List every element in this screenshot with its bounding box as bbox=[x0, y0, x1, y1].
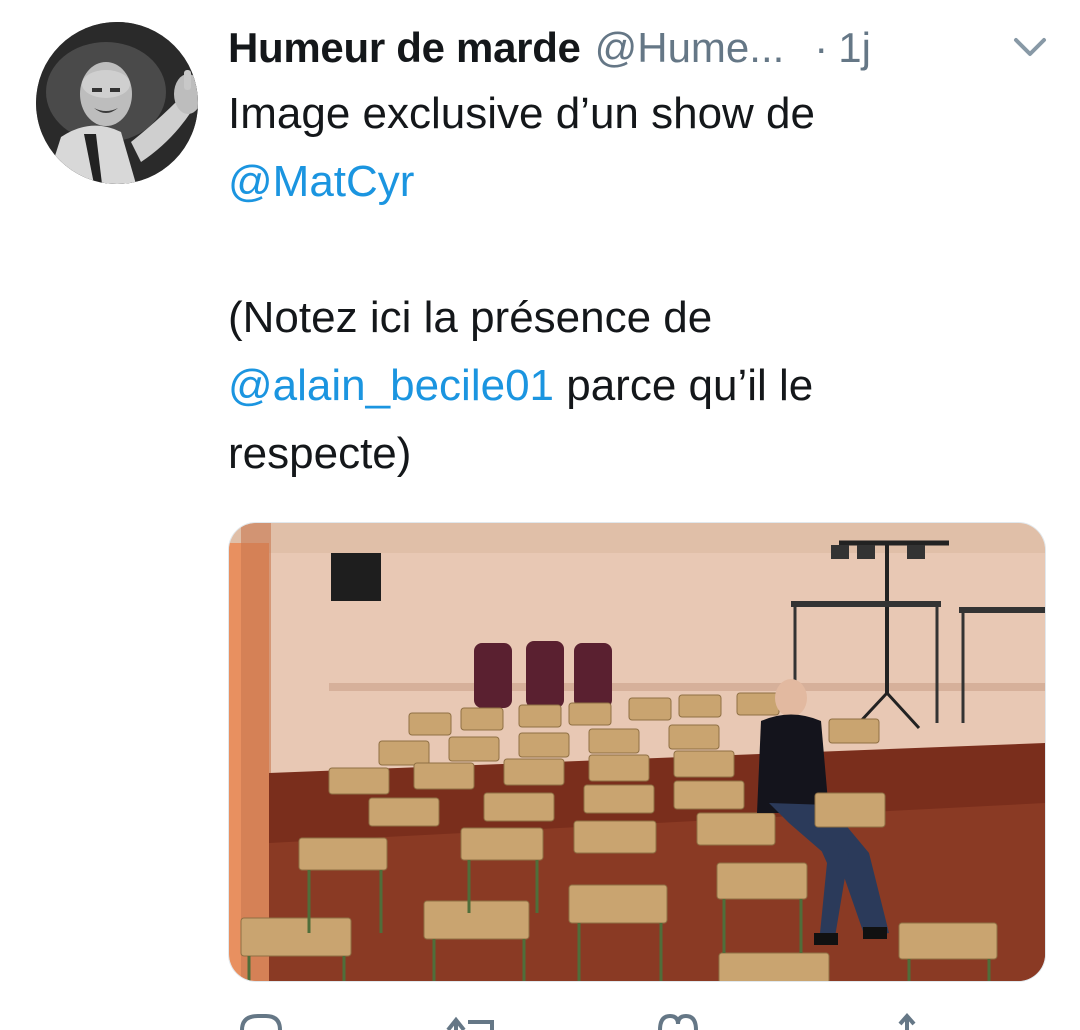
heart-icon[interactable] bbox=[654, 1010, 702, 1030]
tweet-actions bbox=[228, 1010, 1044, 1030]
tweet-text: Image exclusive d’un show de @MatCyr (No… bbox=[228, 80, 1048, 488]
separator-dot: · bbox=[814, 24, 829, 71]
tweet[interactable]: Humeur de marde @Hume... · 1j Image excl… bbox=[0, 0, 1080, 1030]
chevron-down-icon[interactable] bbox=[1012, 34, 1048, 60]
avatar[interactable] bbox=[36, 22, 198, 184]
mention-link[interactable]: @alain_becile01 bbox=[228, 361, 554, 410]
retweet-icon[interactable] bbox=[442, 1010, 502, 1030]
tweet-text-line: respecte) bbox=[228, 429, 412, 478]
share-icon[interactable] bbox=[892, 1010, 922, 1030]
user-handle[interactable]: @Hume... bbox=[595, 24, 785, 72]
tweet-header: Humeur de marde @Hume... · 1j bbox=[228, 18, 1058, 78]
timestamp[interactable]: 1j bbox=[838, 24, 871, 72]
reply-icon[interactable] bbox=[236, 1010, 284, 1030]
display-name[interactable]: Humeur de marde bbox=[228, 24, 581, 72]
avatar-image bbox=[36, 22, 198, 184]
tweet-text-line: Image exclusive d’un show de bbox=[228, 89, 815, 138]
tweet-text-fragment: parce qu’il le bbox=[554, 361, 814, 410]
mention-link[interactable]: @MatCyr bbox=[228, 157, 414, 206]
tweet-photo[interactable] bbox=[228, 522, 1046, 982]
photo-image bbox=[229, 523, 1045, 981]
tweet-text-line: (Notez ici la présence de bbox=[228, 293, 713, 342]
